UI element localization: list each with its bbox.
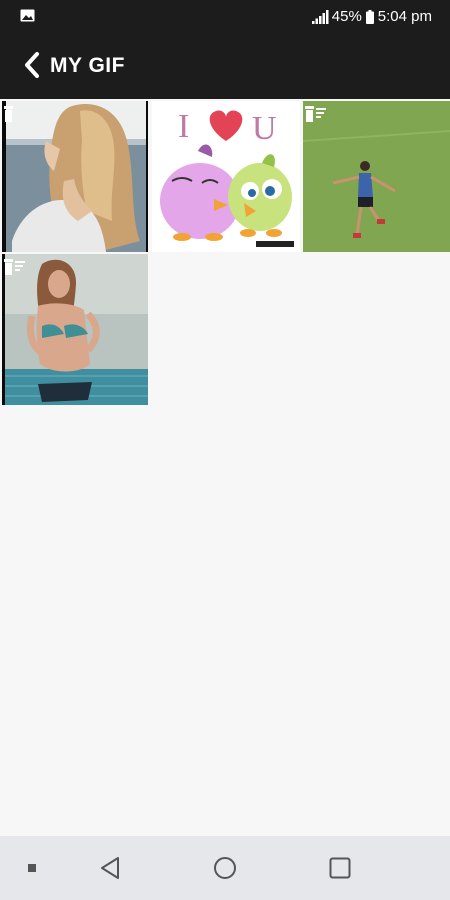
page-title: MY GIF xyxy=(50,54,125,77)
chevron-left-icon xyxy=(25,52,39,78)
back-button[interactable] xyxy=(14,47,50,83)
gif-tile-woman-pool[interactable] xyxy=(2,254,148,405)
battery-percent: 45% xyxy=(331,8,362,25)
app-bar: MY GIF xyxy=(0,33,450,99)
status-bar: 45% 5:04 pm xyxy=(0,0,450,33)
battery-icon xyxy=(365,9,374,24)
gif-list-icon[interactable] xyxy=(4,104,28,124)
dot-icon xyxy=(28,864,36,872)
home-circle-icon xyxy=(214,857,236,879)
gif-list-icon[interactable] xyxy=(305,104,329,124)
gallery-icon xyxy=(20,9,35,22)
svg-text:I: I xyxy=(178,108,189,145)
gif-thumbnail: I U xyxy=(152,101,300,252)
nav-recents-button[interactable] xyxy=(318,836,362,900)
signal-icon xyxy=(311,9,329,24)
nav-dot-button[interactable] xyxy=(14,836,50,900)
gif-tile-birds-heart[interactable]: I U xyxy=(152,101,300,252)
gif-list-icon[interactable] xyxy=(4,257,28,277)
system-nav-bar xyxy=(0,836,450,900)
nav-home-button[interactable] xyxy=(203,836,247,900)
back-triangle-icon xyxy=(101,857,119,879)
svg-text:U: U xyxy=(252,110,277,147)
nav-back-button[interactable] xyxy=(88,836,132,900)
gif-tile-soccer-player[interactable] xyxy=(303,101,450,252)
clock: 5:04 pm xyxy=(377,8,432,25)
gif-tile-woman-sea[interactable] xyxy=(2,101,148,252)
recents-square-icon xyxy=(329,857,351,879)
